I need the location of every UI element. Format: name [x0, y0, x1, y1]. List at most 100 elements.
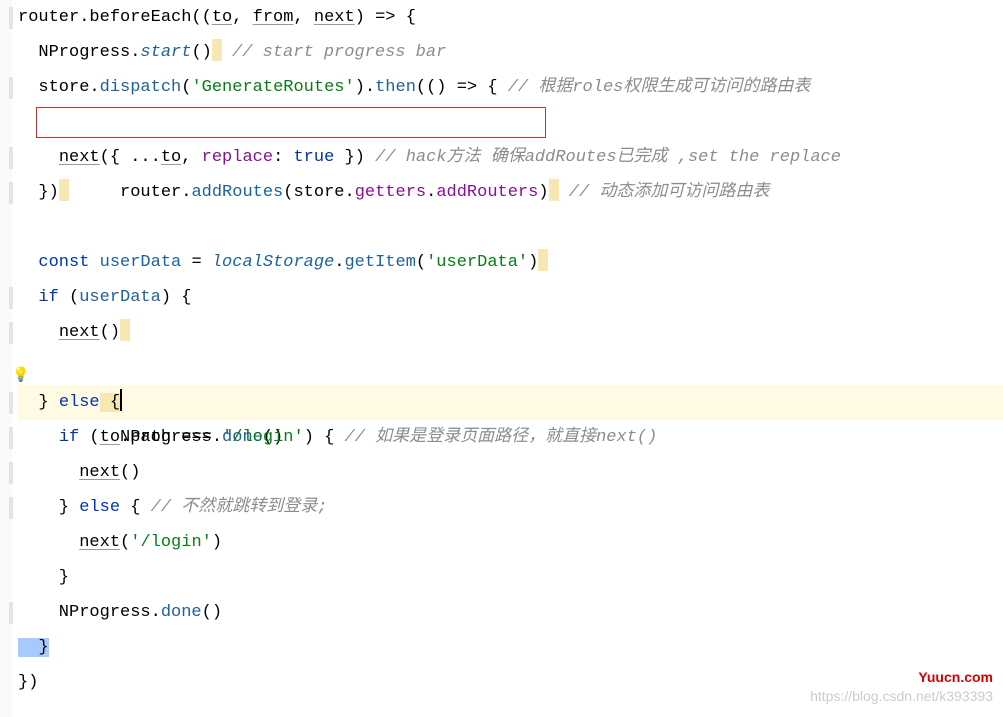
token: }) — [18, 673, 38, 692]
token: ) — [528, 253, 538, 272]
code-line: }) — [18, 175, 1003, 210]
token — [18, 463, 79, 482]
code-editor[interactable]: router.beforeEach((to, from, next) => { … — [0, 0, 1003, 717]
token: () — [202, 603, 222, 622]
token: () — [120, 463, 140, 482]
code-line: next({ ...to, replace: true }) // hack方法… — [18, 140, 1003, 175]
token: }) — [18, 183, 59, 202]
keyword: if — [38, 288, 58, 307]
comment: // hack方法 确保addRoutes已完成 ,set the replac… — [375, 148, 841, 167]
token: (() => { — [416, 78, 508, 97]
token: }) — [334, 148, 375, 167]
token: () — [100, 323, 120, 342]
code-line: } — [18, 630, 1003, 665]
token: ( — [181, 78, 191, 97]
token: } — [18, 393, 59, 412]
red-highlight-box — [36, 107, 546, 138]
token: next — [79, 463, 120, 482]
token: next — [79, 533, 120, 552]
code-line: } — [18, 560, 1003, 595]
token: dispatch — [100, 78, 182, 97]
token: router — [18, 8, 79, 27]
code-line: router.beforeEach((to, from, next) => { — [18, 0, 1003, 35]
token: .path === — [120, 428, 222, 447]
token: to — [100, 428, 120, 447]
token: NProgress. — [18, 603, 161, 622]
keyword: else — [59, 393, 100, 412]
token: = — [181, 253, 212, 272]
token: : — [273, 148, 293, 167]
token: .beforeEach(( — [79, 8, 212, 27]
token: ( — [59, 288, 79, 307]
token: userData — [79, 288, 161, 307]
code-line: if (to.path === '/login') { // 如果是登录页面路径… — [18, 420, 1003, 455]
token: done — [161, 603, 202, 622]
highlight — [538, 249, 548, 271]
token: start — [140, 43, 191, 62]
token: { — [120, 498, 151, 517]
token: true — [293, 148, 334, 167]
token — [18, 288, 38, 307]
token: next — [59, 323, 100, 342]
token: localStorage — [212, 253, 334, 272]
token — [18, 428, 59, 447]
token: () — [191, 43, 211, 62]
string: '/login' — [222, 428, 304, 447]
token: ) — [212, 533, 222, 552]
token: ({ ... — [100, 148, 161, 167]
code-line-active: } else { — [18, 385, 1003, 420]
comment: // start progress bar — [222, 43, 446, 62]
token: { — [100, 393, 120, 412]
token: to — [161, 148, 181, 167]
param-next: next — [314, 8, 355, 27]
token — [18, 148, 59, 167]
code-line: } else { // 不然就跳转到登录; — [18, 490, 1003, 525]
token — [18, 253, 38, 272]
token: , — [181, 148, 201, 167]
string: 'GenerateRoutes' — [191, 78, 354, 97]
code-line: NProgress.done() — [18, 595, 1003, 630]
token: userData — [100, 253, 182, 272]
lightbulb-icon[interactable]: 💡 — [12, 359, 28, 375]
token — [89, 253, 99, 272]
token: ). — [355, 78, 375, 97]
param-from: from — [253, 8, 294, 27]
highlight — [120, 319, 130, 341]
code-line: store.dispatch('GenerateRoutes').then(()… — [18, 70, 1003, 105]
token: ( — [416, 253, 426, 272]
token: } — [18, 568, 69, 587]
code-line: const userData = localStorage.getItem('u… — [18, 245, 1003, 280]
code-line — [18, 210, 1003, 245]
code-area[interactable]: router.beforeEach((to, from, next) => { … — [18, 0, 1003, 700]
code-line: next('/login') — [18, 525, 1003, 560]
code-line: router.addRoutes(store.getters.addRouter… — [18, 105, 1003, 140]
keyword: if — [59, 428, 79, 447]
watermark: Yuucn.com https://blog.csdn.net/k393393 — [810, 668, 993, 707]
token: store. — [18, 78, 100, 97]
code-line: NProgress.start() // start progress bar — [18, 35, 1003, 70]
token: replace — [202, 148, 273, 167]
token — [18, 533, 79, 552]
token: ( — [120, 533, 130, 552]
string: 'userData' — [426, 253, 528, 272]
code-line: next() — [18, 455, 1003, 490]
token: } — [18, 498, 79, 517]
code-line: next() — [18, 315, 1003, 350]
comment: // 如果是登录页面路径，就直接next() — [345, 428, 658, 447]
token: getItem — [344, 253, 415, 272]
string: '/login' — [130, 533, 212, 552]
highlight — [59, 179, 69, 201]
token: ) { — [304, 428, 345, 447]
token: then — [375, 78, 416, 97]
keyword: else — [79, 498, 120, 517]
code-line: if (userData) { — [18, 280, 1003, 315]
token: NProgress. — [18, 43, 140, 62]
token: , — [293, 8, 313, 27]
text-cursor — [120, 389, 122, 411]
token: next — [59, 148, 100, 167]
token: ( — [79, 428, 99, 447]
token: ) => { — [355, 8, 416, 27]
watermark-url: https://blog.csdn.net/k393393 — [810, 687, 993, 707]
token: ) { — [161, 288, 192, 307]
selected-brace: } — [18, 638, 49, 657]
